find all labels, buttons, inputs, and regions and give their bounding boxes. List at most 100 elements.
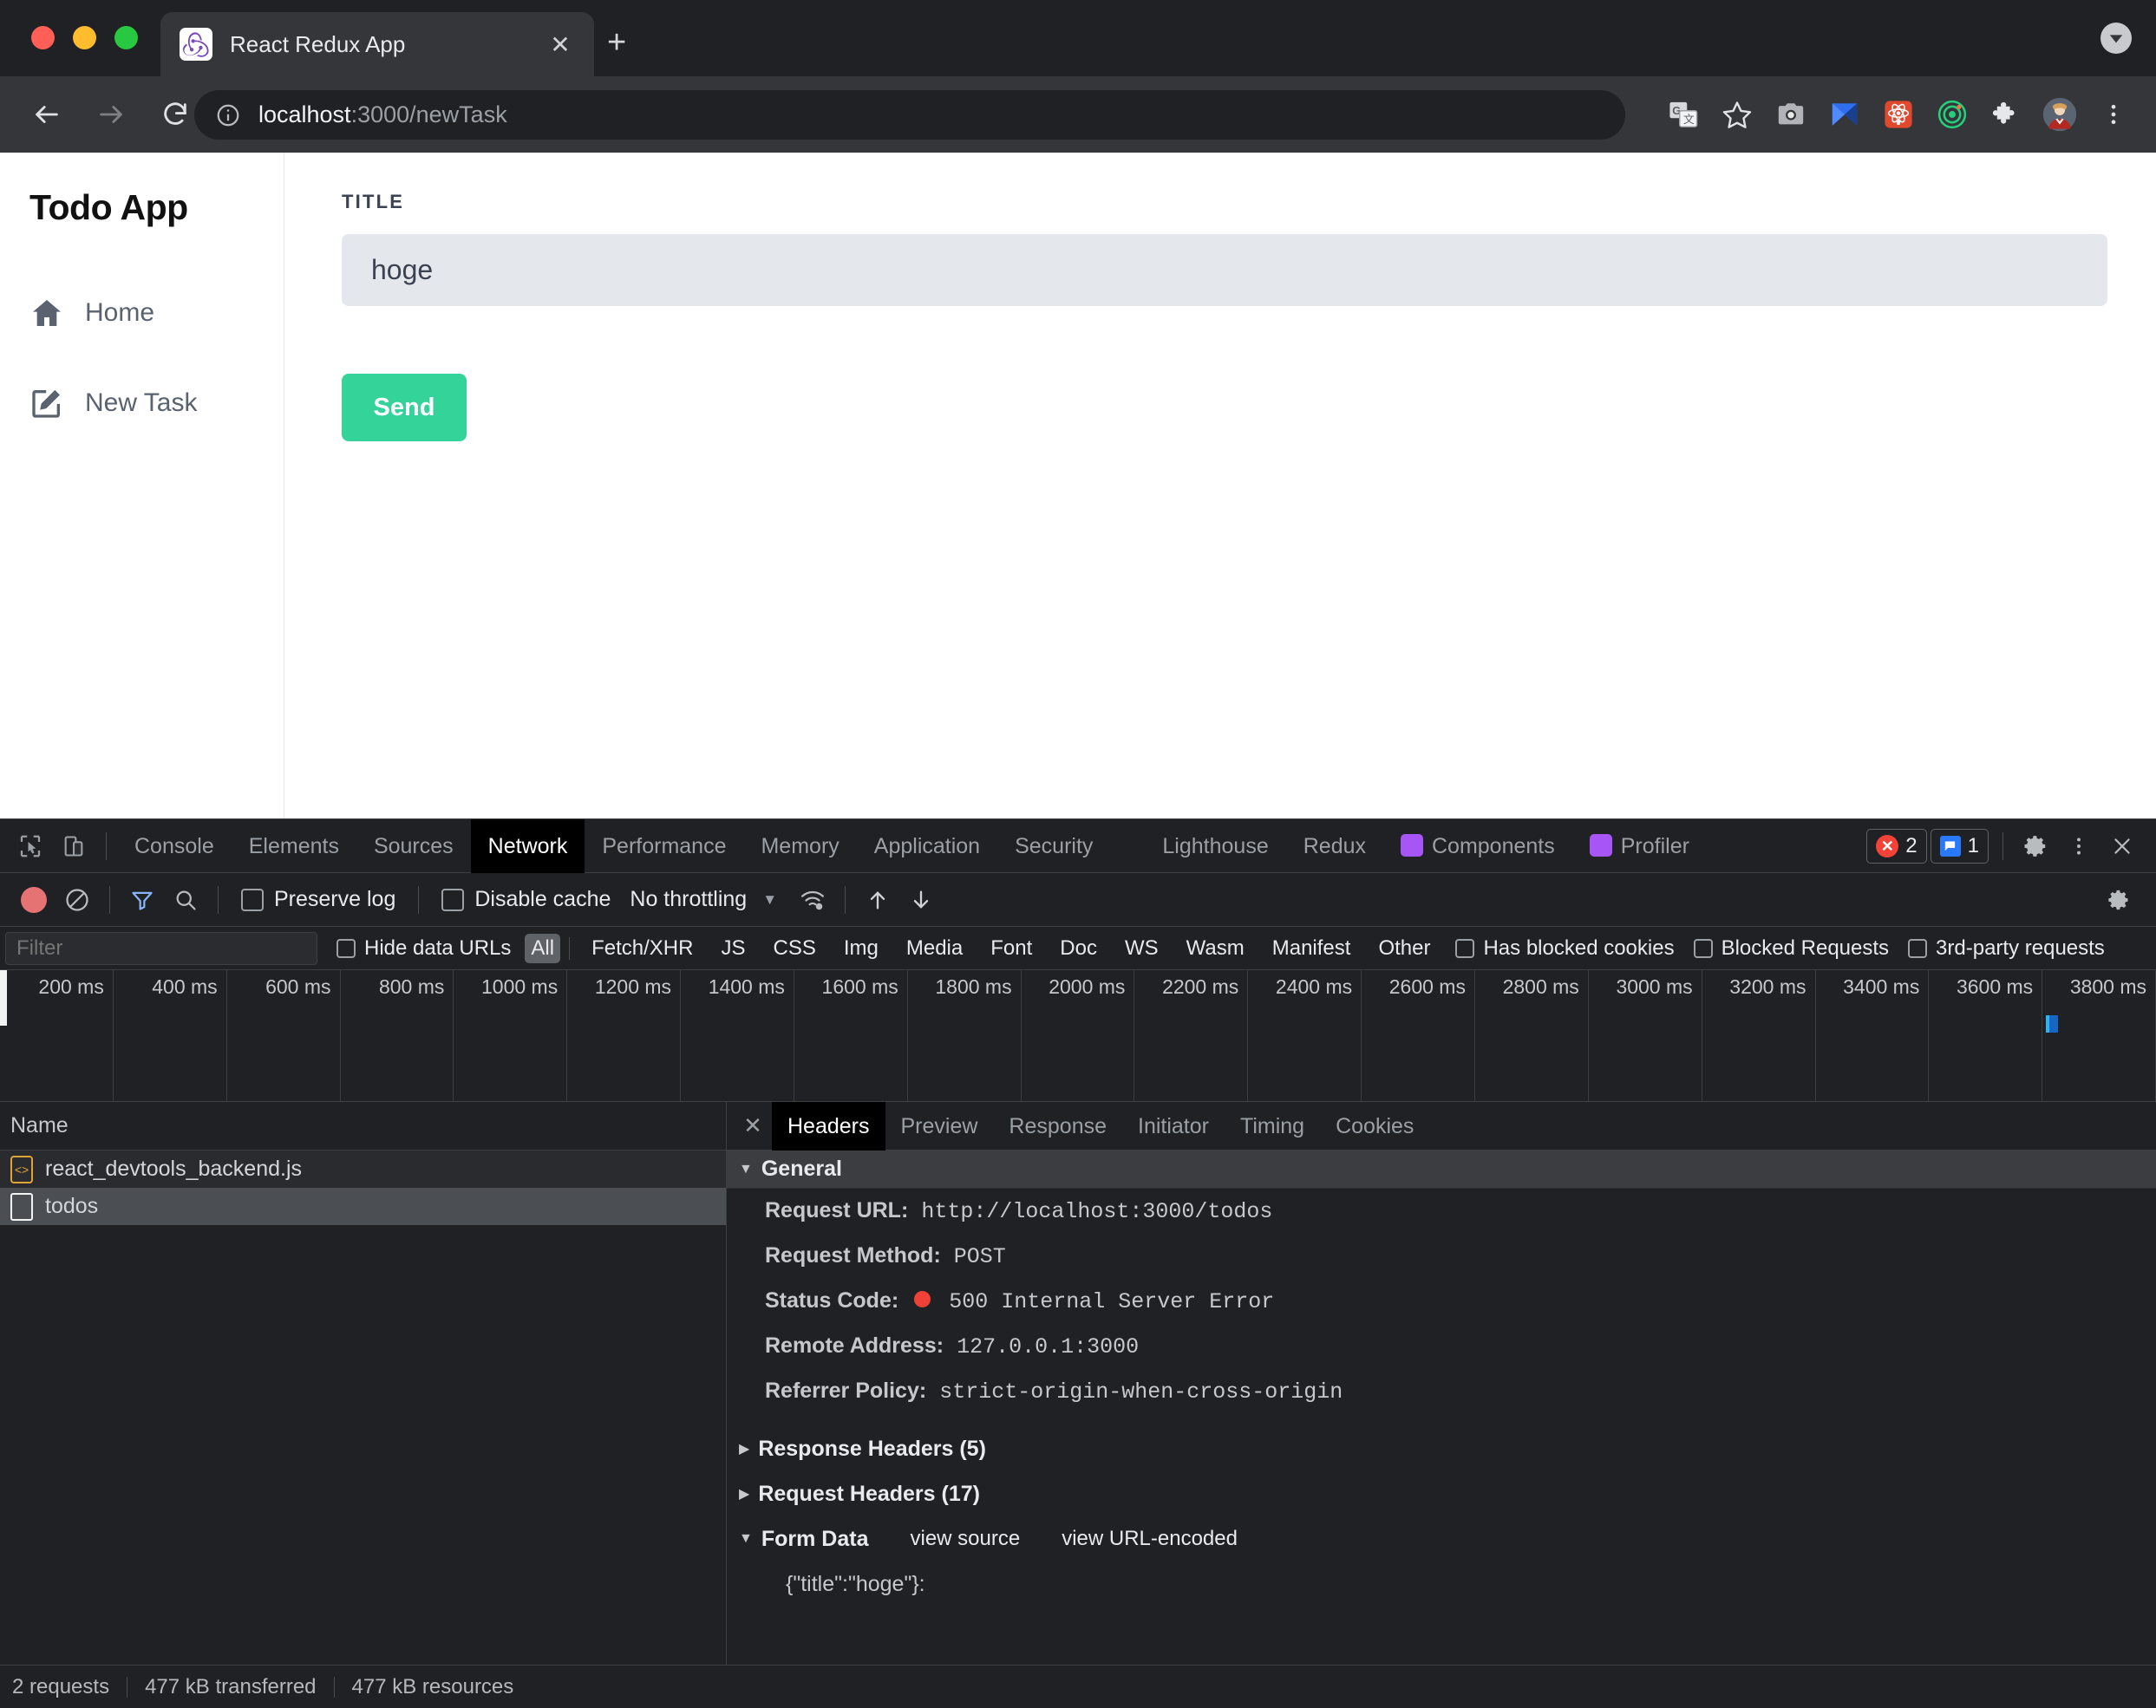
address-bar[interactable]: localhost:3000/newTask bbox=[194, 90, 1625, 140]
tab-cookies[interactable]: Cookies bbox=[1320, 1102, 1429, 1151]
timeline-tick: 600 ms bbox=[227, 970, 341, 1101]
view-url-encoded-link[interactable]: view URL-encoded bbox=[1062, 1527, 1238, 1551]
error-count: 2 bbox=[1905, 833, 1918, 857]
export-har-icon[interactable] bbox=[899, 878, 943, 922]
filter-type-fetch-xhr[interactable]: Fetch/XHR bbox=[585, 934, 699, 963]
tab-sources[interactable]: Sources bbox=[356, 819, 471, 873]
timeline-tick-label: 1400 ms bbox=[708, 975, 785, 998]
filter-input[interactable] bbox=[5, 931, 317, 965]
tab-network[interactable]: Network bbox=[470, 818, 585, 873]
form-data-section-header[interactable]: ▼ Form Data view source view URL-encoded bbox=[727, 1516, 2156, 1561]
site-info-icon[interactable] bbox=[215, 102, 241, 128]
react-devtools-icon[interactable] bbox=[1872, 88, 1925, 141]
tab-lighthouse[interactable]: Lighthouse bbox=[1145, 819, 1285, 873]
network-conditions-icon[interactable] bbox=[791, 878, 834, 922]
request-timeline-bar[interactable] bbox=[2046, 1015, 2058, 1033]
request-headers-section-header[interactable]: ▶ Request Headers (17) bbox=[727, 1471, 2156, 1516]
throttling-select[interactable]: No throttling bbox=[630, 887, 747, 912]
hide-data-urls-checkbox[interactable]: Hide data URLs bbox=[336, 936, 511, 961]
inspect-element-icon[interactable] bbox=[9, 825, 52, 868]
puzzle-icon[interactable] bbox=[1979, 88, 2033, 141]
filter-type-img[interactable]: Img bbox=[838, 934, 885, 963]
avatar[interactable] bbox=[2033, 88, 2087, 141]
view-source-link[interactable]: view source bbox=[910, 1527, 1020, 1551]
tab-headers[interactable]: Headers bbox=[772, 1101, 885, 1151]
tab-preview[interactable]: Preview bbox=[885, 1102, 994, 1151]
tab-timing[interactable]: Timing bbox=[1225, 1102, 1320, 1151]
has-blocked-cookies-checkbox[interactable]: Has blocked cookies bbox=[1455, 936, 1675, 961]
close-window-button[interactable] bbox=[31, 26, 55, 49]
close-devtools-icon[interactable] bbox=[2100, 825, 2144, 868]
message-count-badge[interactable]: 1 bbox=[1930, 828, 1989, 864]
tab-elements[interactable]: Elements bbox=[232, 819, 356, 873]
filter-type-doc[interactable]: Doc bbox=[1054, 934, 1103, 963]
filter-type-wasm[interactable]: Wasm bbox=[1180, 934, 1251, 963]
close-detail-icon[interactable]: ✕ bbox=[734, 1112, 772, 1139]
filter-type-media[interactable]: Media bbox=[900, 934, 969, 963]
reload-icon[interactable] bbox=[151, 90, 199, 139]
camera-icon[interactable] bbox=[1764, 88, 1818, 141]
bookmark-star-icon[interactable] bbox=[1710, 88, 1764, 141]
extension-blue-icon[interactable] bbox=[1818, 88, 1872, 141]
preserve-log-checkbox[interactable]: Preserve log bbox=[241, 887, 395, 912]
timeline-tick-label: 400 ms bbox=[152, 975, 218, 998]
target-green-icon[interactable] bbox=[1925, 88, 1979, 141]
third-party-requests-checkbox[interactable]: 3rd-party requests bbox=[1908, 936, 2105, 961]
chrome-menu-icon[interactable] bbox=[2087, 88, 2140, 141]
filter-type-css[interactable]: CSS bbox=[767, 934, 821, 963]
filter-icon[interactable] bbox=[121, 878, 164, 922]
tab-search-chevron-down-icon[interactable] bbox=[2100, 23, 2132, 54]
import-har-icon[interactable] bbox=[856, 878, 899, 922]
tab-memory[interactable]: Memory bbox=[743, 819, 856, 873]
sidebar-item-home[interactable]: Home bbox=[29, 282, 284, 344]
tab-console[interactable]: Console bbox=[117, 819, 232, 873]
title-input[interactable] bbox=[342, 234, 2107, 306]
translate-icon[interactable]: G文 bbox=[1656, 88, 1710, 141]
sidebar-item-new-task[interactable]: New Task bbox=[29, 372, 284, 434]
filter-type-js[interactable]: JS bbox=[715, 934, 751, 963]
tab-close-icon[interactable]: ✕ bbox=[546, 30, 575, 59]
maximize-window-button[interactable] bbox=[114, 26, 138, 49]
response-headers-section-header[interactable]: ▶ Response Headers (5) bbox=[727, 1426, 2156, 1471]
request-list-header[interactable]: Name bbox=[0, 1102, 726, 1151]
forward-icon[interactable] bbox=[87, 90, 135, 139]
filter-type-all[interactable]: All bbox=[525, 933, 561, 963]
toggle-device-toolbar-icon[interactable] bbox=[52, 825, 95, 868]
filter-type-manifest[interactable]: Manifest bbox=[1266, 934, 1357, 963]
network-timeline-overview[interactable]: 200 ms 400 ms 600 ms 800 ms 1000 ms 1200… bbox=[0, 970, 2156, 1102]
error-count-badge[interactable]: ✕ 2 bbox=[1866, 828, 1927, 864]
network-settings-gear-icon[interactable] bbox=[2097, 878, 2140, 922]
disable-cache-checkbox[interactable]: Disable cache bbox=[441, 887, 611, 912]
table-row[interactable]: <> react_devtools_backend.js bbox=[0, 1151, 726, 1188]
filter-type-other[interactable]: Other bbox=[1372, 934, 1436, 963]
overview-scrollbar[interactable] bbox=[0, 970, 7, 1026]
filter-type-ws[interactable]: WS bbox=[1119, 934, 1165, 963]
new-tab-button[interactable]: + bbox=[607, 26, 626, 59]
tab-application[interactable]: Application bbox=[857, 819, 997, 873]
tab-initiator[interactable]: Initiator bbox=[1122, 1102, 1225, 1151]
minimize-window-button[interactable] bbox=[73, 26, 96, 49]
table-row[interactable]: todos bbox=[0, 1188, 726, 1225]
blocked-requests-checkbox[interactable]: Blocked Requests bbox=[1693, 936, 1889, 961]
chevron-right-icon: ▶ bbox=[739, 1442, 750, 1457]
devtools-more-options-icon[interactable] bbox=[2057, 825, 2100, 868]
tab-performance[interactable]: Performance bbox=[585, 819, 743, 873]
tab-response[interactable]: Response bbox=[993, 1102, 1122, 1151]
filter-type-font[interactable]: Font bbox=[984, 934, 1038, 963]
browser-tab[interactable]: React Redux App ✕ bbox=[160, 12, 594, 76]
send-button[interactable]: Send bbox=[342, 374, 467, 441]
search-icon[interactable] bbox=[164, 878, 207, 922]
browser-action-icons: G文 bbox=[1656, 76, 2140, 153]
tab-redux[interactable]: Redux bbox=[1286, 819, 1383, 873]
clear-network-log-icon[interactable] bbox=[56, 878, 99, 922]
gear-icon[interactable] bbox=[2014, 825, 2057, 868]
tab-components[interactable]: Components bbox=[1383, 819, 1572, 873]
tab-security[interactable]: Security bbox=[997, 819, 1110, 873]
record-button[interactable] bbox=[12, 878, 56, 922]
back-icon[interactable] bbox=[23, 90, 71, 139]
network-filter-bar: Hide data URLs All Fetch/XHR JS CSS Img … bbox=[0, 927, 2156, 970]
general-section-header[interactable]: ▼ General bbox=[727, 1151, 2156, 1189]
chevron-down-icon[interactable]: ▼ bbox=[762, 891, 777, 909]
timeline-tick: 3000 ms bbox=[1589, 970, 1702, 1101]
tab-profiler[interactable]: Profiler bbox=[1572, 819, 1707, 873]
